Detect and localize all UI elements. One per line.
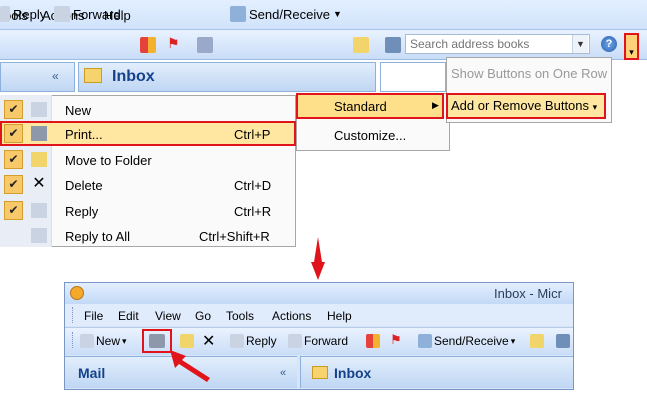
reading-pane-header xyxy=(380,62,446,92)
menu-tools[interactable]: Tools xyxy=(226,309,254,323)
inbox-title: Inbox xyxy=(334,365,372,381)
reply-icon xyxy=(0,6,10,22)
menu-item-new[interactable]: ✔ New xyxy=(0,97,296,122)
grip-handle[interactable] xyxy=(72,332,74,348)
address-book-icon[interactable] xyxy=(556,334,570,348)
send-receive-button[interactable]: Send/Receive ▼ xyxy=(230,6,342,22)
reply-button[interactable]: Reply xyxy=(0,6,46,22)
grip-handle[interactable] xyxy=(72,307,74,323)
chevron-down-icon: ▾ xyxy=(122,335,127,346)
forward-button[interactable]: Forward xyxy=(288,334,348,348)
menu-item-reply[interactable]: ✔ Reply Ctrl+R xyxy=(0,198,296,223)
move-folder-icon[interactable] xyxy=(180,334,194,348)
mail-title: Mail xyxy=(78,365,106,381)
new-mail-icon xyxy=(80,334,94,348)
printer-icon xyxy=(31,126,47,141)
forward-icon xyxy=(288,334,302,348)
delete-x-icon: ✕ xyxy=(32,175,46,192)
help-icon[interactable]: ? xyxy=(601,36,617,52)
printer-icon xyxy=(149,334,165,348)
menu-edit[interactable]: Edit xyxy=(118,309,139,323)
inbox-folder-icon xyxy=(312,366,328,379)
check-icon: ✔ xyxy=(4,175,23,194)
chevron-down-icon: ▼ xyxy=(332,9,342,19)
forward-icon xyxy=(54,6,70,22)
collapse-chevron-icon[interactable]: « xyxy=(280,367,286,379)
add-remove-label: Add or Remove Buttons ▾ xyxy=(451,98,598,113)
menu-view[interactable]: View xyxy=(155,309,181,323)
pointer-arrow-icon xyxy=(170,350,210,382)
collapse-chevron-icon[interactable]: « xyxy=(52,69,59,83)
menu-item-customize[interactable]: Customize... xyxy=(334,128,406,143)
reply-icon xyxy=(31,203,47,218)
menu-item-show-one-row[interactable]: Show Buttons on One Row xyxy=(451,66,607,81)
forward-button[interactable]: Forward xyxy=(54,6,121,22)
menu-item-move-to-folder[interactable]: ✔ Move to Folder xyxy=(0,147,296,172)
find-icon[interactable] xyxy=(530,334,544,348)
standard-label: Standard xyxy=(334,99,387,114)
window-title: Inbox - Micr xyxy=(494,286,562,301)
new-mail-icon xyxy=(31,102,47,117)
check-icon: ✔ xyxy=(4,124,23,143)
send-receive-icon xyxy=(418,334,432,348)
menu-help[interactable]: Help xyxy=(327,309,352,323)
reply-icon xyxy=(230,334,244,348)
categorize-icon[interactable] xyxy=(366,334,380,348)
search-address-books-input[interactable] xyxy=(405,34,590,54)
categorize-icon[interactable] xyxy=(140,37,156,53)
rules-icon[interactable] xyxy=(197,37,213,53)
toolbar-options-button[interactable]: ▾ xyxy=(624,33,639,60)
submenu-arrow-icon: ▶ xyxy=(432,100,439,110)
address-book-icon[interactable] xyxy=(385,37,401,53)
move-folder-icon xyxy=(31,152,47,167)
reply-button[interactable]: Reply xyxy=(230,334,277,348)
inbox-folder-icon xyxy=(84,68,102,83)
navigation-pane-header xyxy=(0,62,75,92)
chevron-down-icon: ▾ xyxy=(510,335,516,346)
menu-go[interactable]: Go xyxy=(195,309,211,323)
find-icon[interactable] xyxy=(353,37,369,53)
new-button[interactable]: New ▾ xyxy=(80,334,127,348)
menu-item-reply-all[interactable]: Reply to All Ctrl+Shift+R xyxy=(0,223,296,248)
check-icon: ✔ xyxy=(4,150,23,169)
menu-item-print[interactable]: ✔ Print... Ctrl+P xyxy=(0,121,296,146)
menu-item-delete[interactable]: ✔ ✕ Delete Ctrl+D xyxy=(0,172,296,197)
outlook-menu-bar xyxy=(65,304,573,326)
check-icon: ✔ xyxy=(4,201,23,220)
send-receive-button[interactable]: Send/Receive ▾ xyxy=(418,334,515,348)
delete-x-icon[interactable]: ✕ xyxy=(202,331,215,351)
down-arrow-icon xyxy=(311,237,325,280)
flag-icon[interactable]: ⚑ xyxy=(390,332,402,348)
outlook-logo-icon xyxy=(70,286,84,300)
inbox-title: Inbox xyxy=(112,68,155,85)
check-icon: ✔ xyxy=(4,100,23,119)
send-receive-icon xyxy=(230,6,246,22)
menu-actions[interactable]: Actions xyxy=(272,309,311,323)
menu-file[interactable]: File xyxy=(84,309,103,323)
search-dropdown-icon[interactable]: ▼ xyxy=(572,35,588,53)
flag-icon[interactable]: ⚑ xyxy=(167,35,180,52)
reply-all-icon xyxy=(31,228,47,243)
